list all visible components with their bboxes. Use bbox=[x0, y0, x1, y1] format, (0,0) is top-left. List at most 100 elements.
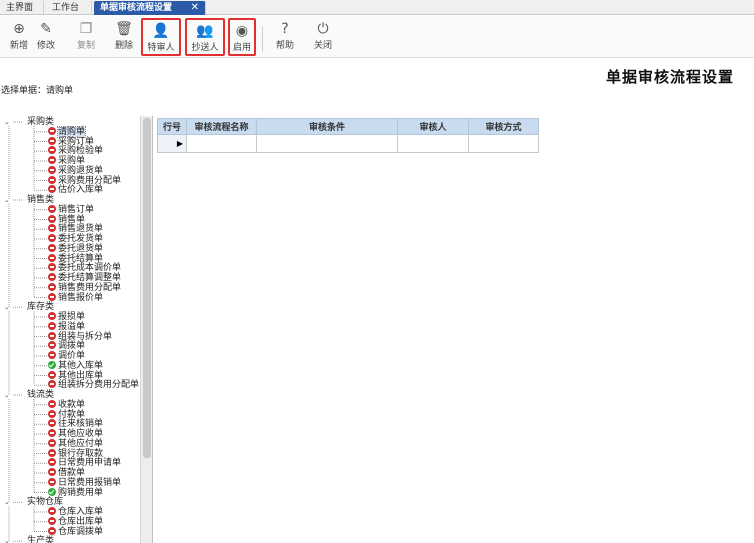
tree-item-label: 组装与拆分单 bbox=[58, 331, 113, 342]
column-header-flow-name[interactable]: 审核流程名称 bbox=[186, 118, 257, 135]
tree-category[interactable]: ⌄ 实物仓库 bbox=[4, 497, 63, 507]
tree-category[interactable]: ⌄ 采购类 bbox=[4, 117, 54, 127]
tree-item[interactable]: 委托退货单 bbox=[48, 243, 103, 254]
tree-item[interactable]: 往来核销单 bbox=[48, 419, 103, 429]
expand-chevron-icon[interactable]: ⌄ bbox=[4, 497, 13, 507]
tree-scrollbar-thumb[interactable] bbox=[143, 118, 151, 458]
tree-item[interactable]: 销售退货单 bbox=[48, 224, 103, 234]
tree-item[interactable]: 调拨单 bbox=[48, 341, 85, 351]
tree-item[interactable]: 组装与拆分单 bbox=[48, 331, 113, 342]
expand-chevron-icon[interactable]: ⌄ bbox=[4, 302, 13, 312]
tree-item[interactable]: 销售费用分配单 bbox=[48, 282, 121, 293]
copy-button[interactable]: ❐ 复制 bbox=[67, 18, 105, 56]
table-cell[interactable] bbox=[397, 134, 469, 153]
column-header-condition[interactable]: 审核条件 bbox=[256, 118, 398, 135]
tree-item-label: 报损单 bbox=[58, 312, 86, 322]
tree-item[interactable]: 仓库入库单 bbox=[48, 507, 103, 517]
tab-audit-flow-settings[interactable]: 单据审核流程设置 ✕ bbox=[94, 1, 206, 15]
enable-button[interactable]: ◉ 启用 bbox=[228, 18, 256, 56]
tree-category[interactable]: ⌄ 销售类 bbox=[4, 195, 54, 205]
minus-circle-icon bbox=[48, 243, 56, 252]
tree-item-label: 报溢单 bbox=[58, 321, 86, 332]
tree-item-label: 付款单 bbox=[58, 409, 86, 420]
tree-item[interactable]: 借款单 bbox=[48, 468, 85, 478]
tree-item-label: 销售订单 bbox=[58, 204, 95, 215]
tree-item[interactable]: 采购费用分配单 bbox=[48, 175, 121, 186]
minus-circle-icon bbox=[48, 448, 56, 457]
expand-chevron-icon[interactable]: ⌄ bbox=[4, 195, 13, 205]
table-cell[interactable] bbox=[256, 134, 398, 153]
tree-item[interactable]: 委托发货单 bbox=[48, 234, 103, 244]
tab-workbench[interactable]: 工作台 bbox=[46, 1, 92, 15]
tree-item[interactable]: 销售单 bbox=[48, 214, 86, 225]
tree-item-label: 调价单 bbox=[58, 351, 86, 361]
expand-chevron-icon[interactable]: ⌄ bbox=[4, 536, 13, 543]
minus-circle-icon bbox=[48, 126, 56, 135]
tree-item-label: 调拨单 bbox=[58, 341, 86, 352]
audit-flow-table: 行号 审核流程名称 审核条件 审核人 审核方式 ▶ bbox=[157, 118, 539, 153]
tree-category[interactable]: ⌄ 钱流类 bbox=[4, 390, 54, 400]
column-header-row-no[interactable]: 行号 bbox=[157, 118, 187, 135]
tree-item[interactable]: 其他应收单 bbox=[48, 429, 103, 439]
minus-circle-icon bbox=[48, 429, 56, 437]
close-button[interactable]: ⏻ 关闭 bbox=[304, 18, 342, 56]
minus-circle-icon bbox=[48, 458, 56, 467]
tree-item-label: 采购退货单 bbox=[58, 165, 104, 176]
minus-circle-icon bbox=[48, 399, 56, 408]
tree-item[interactable]: 其他应付单 bbox=[48, 438, 103, 449]
minus-circle-icon bbox=[48, 292, 56, 301]
tab-bar: 主界面 工作台 单据审核流程设置 ✕ bbox=[0, 0, 754, 15]
tree-category[interactable]: ⌄ 生产类 bbox=[4, 536, 54, 543]
tree-item[interactable]: 请购单 bbox=[48, 125, 87, 138]
close-icon[interactable]: ✕ bbox=[191, 1, 199, 15]
expand-chevron-icon[interactable]: ⌄ bbox=[4, 117, 13, 127]
tree-item[interactable]: 仓库调拨单 bbox=[48, 526, 103, 537]
tree-scrollbar[interactable] bbox=[140, 116, 152, 543]
expand-chevron-icon[interactable]: ⌄ bbox=[4, 390, 13, 400]
minus-circle-icon bbox=[48, 136, 56, 145]
tree-item[interactable]: 报溢单 bbox=[48, 321, 86, 332]
tree-item-label: 采购检验单 bbox=[58, 146, 104, 157]
tree-item[interactable]: 报损单 bbox=[48, 312, 85, 322]
tree-item[interactable]: 日常费用报销单 bbox=[48, 477, 121, 488]
minus-circle-icon bbox=[48, 468, 56, 476]
table-cell[interactable] bbox=[186, 134, 257, 153]
tree-item[interactable]: 收款单 bbox=[48, 399, 85, 410]
table-row[interactable]: ▶ bbox=[157, 134, 539, 153]
tree-item[interactable]: 组装拆分费用分配单 bbox=[48, 380, 139, 390]
tree-item[interactable]: 销售订单 bbox=[48, 204, 95, 215]
current-row-marker: ▶ bbox=[157, 134, 187, 153]
tree-item[interactable]: 采购退货单 bbox=[48, 165, 104, 176]
tree-item-label: 销售单 bbox=[58, 214, 86, 225]
tree-item[interactable]: 销售报价单 bbox=[48, 292, 103, 303]
close-label: 关闭 bbox=[313, 41, 332, 51]
tree-item[interactable]: 采购单 bbox=[48, 156, 85, 166]
tree-item[interactable]: 委托结算调整单 bbox=[48, 273, 121, 283]
tree-item[interactable]: 付款单 bbox=[48, 409, 86, 420]
tree-item-label: 借款单 bbox=[58, 468, 86, 478]
tree-item[interactable]: 采购检验单 bbox=[48, 146, 103, 156]
tree-item[interactable]: 银行存取款 bbox=[48, 448, 103, 459]
table-cell[interactable] bbox=[468, 134, 539, 153]
cc-person-button[interactable]: 👥 抄送人 bbox=[185, 18, 225, 56]
help-icon: ? bbox=[281, 21, 289, 37]
tree-item[interactable]: 其他出库单 bbox=[48, 370, 103, 381]
tree-item[interactable]: 采购订单 bbox=[48, 136, 94, 147]
tree-item[interactable]: 委托结算单 bbox=[48, 253, 103, 264]
tree-item[interactable]: 日常费用申请单 bbox=[48, 458, 121, 468]
tree-category[interactable]: ⌄ 库存类 bbox=[4, 302, 54, 312]
column-header-review-method[interactable]: 审核方式 bbox=[468, 118, 539, 135]
tab-main[interactable]: 主界面 bbox=[0, 1, 44, 15]
special-reviewer-button[interactable]: 👤 特审人 bbox=[141, 18, 181, 56]
tree-item[interactable]: 仓库出库单 bbox=[48, 516, 103, 527]
edit-button[interactable]: ✎ 修改 bbox=[27, 18, 65, 56]
tree-item[interactable]: 调价单 bbox=[48, 351, 85, 361]
tree-item[interactable]: 购销费用单 bbox=[48, 487, 103, 498]
tree-item[interactable]: 估价入库单 bbox=[48, 185, 103, 195]
delete-button[interactable]: 🗑 删除 bbox=[105, 18, 143, 56]
tree-item[interactable]: 其他入库单 bbox=[48, 360, 103, 371]
help-button[interactable]: ? 帮助 bbox=[266, 18, 304, 56]
power-icon: ⏻ bbox=[317, 21, 329, 37]
column-header-reviewer[interactable]: 审核人 bbox=[397, 118, 469, 135]
tree-item[interactable]: 委托成本调价单 bbox=[48, 263, 121, 273]
